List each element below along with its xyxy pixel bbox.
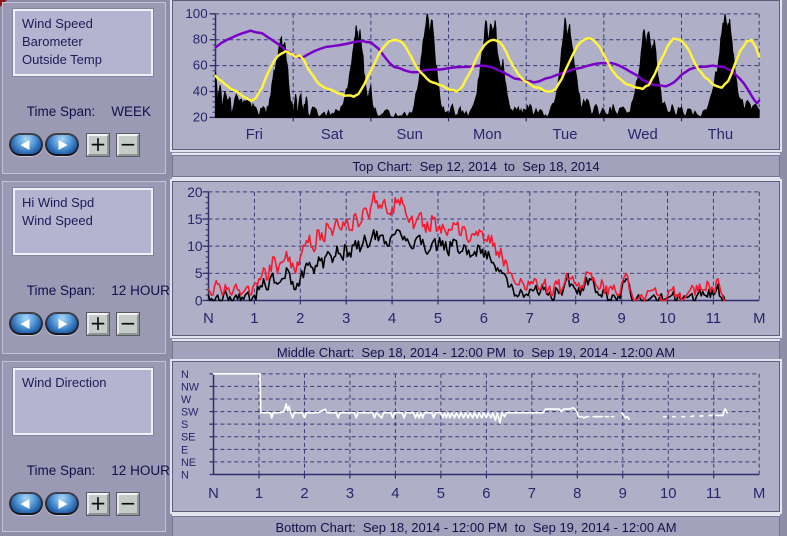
svg-text:100: 100: [185, 6, 207, 21]
svg-text:SW: SW: [181, 407, 199, 419]
caption-top: Top Chart: Sep 12, 2014 to Sep 18, 2014: [172, 155, 780, 177]
svg-text:5: 5: [434, 311, 442, 327]
prev-button[interactable]: [9, 492, 43, 515]
svg-text:5: 5: [437, 486, 445, 502]
next-button[interactable]: [45, 312, 79, 335]
svg-text:2: 2: [300, 486, 308, 502]
svg-text:6: 6: [482, 486, 490, 502]
svg-text:20: 20: [187, 184, 203, 200]
svg-text:Tue: Tue: [553, 127, 578, 143]
svg-text:M: M: [753, 486, 765, 502]
svg-text:20: 20: [193, 109, 208, 124]
chart-top-panel: 20 40 60 80 100 Fri Sat Sun Mon Tue Wed Thu: [172, 0, 780, 150]
zoom-out-button[interactable]: −: [117, 313, 139, 335]
svg-text:NW: NW: [181, 381, 200, 393]
wind-speed-chart: 0 5 10 15 20 N 1 2 3 4 5 6 7 8 9 10 11 M: [173, 182, 779, 335]
svg-text:6: 6: [480, 311, 488, 327]
svg-text:N: N: [203, 311, 214, 327]
legend-item: Wind Speed: [22, 212, 151, 230]
zoom-in-button[interactable]: +: [87, 313, 109, 335]
svg-text:80: 80: [193, 32, 208, 47]
svg-text:7: 7: [526, 311, 534, 327]
svg-text:0: 0: [195, 292, 203, 308]
next-button[interactable]: [45, 133, 79, 156]
svg-text:3: 3: [342, 311, 350, 327]
svg-text:10: 10: [660, 486, 676, 502]
svg-text:4: 4: [391, 486, 399, 502]
svg-text:9: 9: [619, 486, 627, 502]
caption-bottom: Bottom Chart: Sep 18, 2014 - 12:00 PM to…: [172, 516, 780, 536]
zoom-out-button[interactable]: −: [117, 134, 139, 156]
svg-text:10: 10: [659, 311, 675, 327]
wind-direction-chart: NNWWSWSSEENENN1234567891011M: [173, 362, 779, 511]
svg-text:7: 7: [528, 486, 536, 502]
legend-listbox-bottom[interactable]: Wind Direction: [13, 368, 153, 435]
svg-text:8: 8: [573, 486, 581, 502]
prev-button[interactable]: [9, 133, 43, 156]
svg-text:10: 10: [187, 238, 203, 254]
svg-text:1: 1: [255, 486, 263, 502]
zoom-in-button[interactable]: +: [87, 493, 109, 515]
week-chart: 20 40 60 80 100 Fri Sat Sun Mon Tue Wed Thu: [173, 1, 779, 149]
svg-text:Fri: Fri: [246, 127, 263, 143]
svg-text:NE: NE: [181, 457, 196, 469]
time-span-top: Time Span:WEEK: [12, 89, 151, 134]
legend-item: Wind Speed: [22, 15, 151, 33]
svg-text:Wed: Wed: [628, 127, 658, 143]
legend-item: Barometer: [22, 33, 151, 51]
svg-text:11: 11: [706, 486, 721, 502]
legend-item: Outside Temp: [22, 51, 151, 69]
time-span-middle: Time Span:12 HOURS: [12, 268, 179, 313]
chart-bottom-panel: NNWWSWSSEENENN1234567891011M: [172, 361, 780, 512]
svg-text:5: 5: [195, 265, 203, 281]
svg-text:Sun: Sun: [397, 127, 423, 143]
sidebar-panel-bottom: Wind Direction Time Span:12 HOURS + −: [2, 361, 166, 532]
svg-text:8: 8: [572, 311, 580, 327]
svg-text:4: 4: [388, 311, 396, 327]
svg-text:3: 3: [346, 486, 354, 502]
svg-text:M: M: [753, 311, 765, 327]
svg-text:S: S: [181, 419, 188, 431]
zoom-in-button[interactable]: +: [87, 134, 109, 156]
next-button[interactable]: [45, 492, 79, 515]
svg-text:N: N: [181, 469, 189, 481]
sidebar-panel-middle: Hi Wind Spd Wind Speed Time Span:12 HOUR…: [2, 181, 166, 354]
svg-text:N: N: [181, 369, 189, 381]
svg-text:Mon: Mon: [473, 127, 502, 143]
prev-button[interactable]: [9, 312, 43, 335]
svg-text:9: 9: [617, 311, 625, 327]
sidebar-panel-top: Wind Speed Barometer Outside Temp Time S…: [2, 2, 166, 174]
svg-text:1: 1: [250, 311, 258, 327]
svg-text:SE: SE: [181, 432, 195, 444]
time-span-bottom: Time Span:12 HOURS: [12, 448, 179, 493]
svg-text:N: N: [208, 486, 219, 502]
legend-item: Hi Wind Spd: [22, 194, 151, 212]
svg-text:Sat: Sat: [321, 127, 343, 143]
zoom-out-button[interactable]: −: [117, 493, 139, 515]
svg-text:W: W: [181, 394, 192, 406]
svg-text:15: 15: [187, 211, 203, 227]
chart-middle-panel: 0 5 10 15 20 N 1 2 3 4 5 6 7 8 9 10 11 M: [172, 181, 780, 336]
legend-listbox-top[interactable]: Wind Speed Barometer Outside Temp: [13, 9, 153, 76]
legend-listbox-middle[interactable]: Hi Wind Spd Wind Speed: [13, 188, 153, 255]
caption-middle: Middle Chart: Sep 18, 2014 - 12:00 PM to…: [172, 341, 780, 363]
legend-item: Wind Direction: [22, 374, 151, 392]
svg-text:40: 40: [193, 83, 208, 98]
svg-text:2: 2: [296, 311, 304, 327]
svg-text:60: 60: [193, 58, 208, 73]
svg-text:11: 11: [706, 311, 721, 327]
svg-text:E: E: [181, 444, 188, 456]
svg-text:Thu: Thu: [708, 127, 734, 143]
